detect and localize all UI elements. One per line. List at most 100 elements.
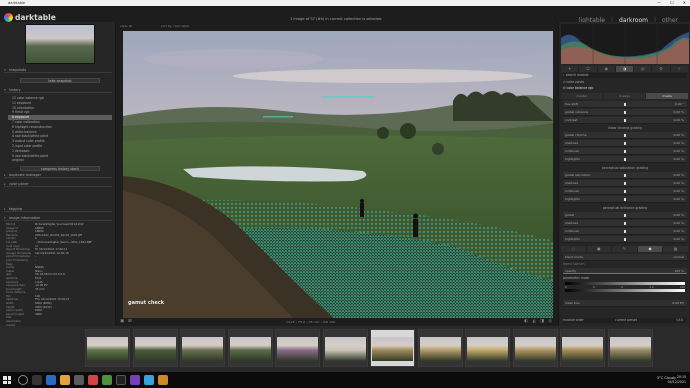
color-modules-tab[interactable]: ◍ (634, 66, 653, 72)
tab-masks[interactable]: masks (646, 93, 690, 99)
bri-sliders-slider[interactable]: midtones 0.00 % (563, 228, 687, 235)
history-header[interactable]: ▾ history (4, 87, 112, 93)
info-value: 20211202_Olc001_Dsc01_1624.JPF (35, 233, 83, 237)
module-search-field[interactable]: ⌕ search module (563, 73, 687, 78)
opacity-fill (563, 273, 687, 274)
take-snapshot-button[interactable]: take snapshot (20, 78, 100, 83)
blend-raster-tab[interactable]: ▦ (663, 246, 689, 252)
main-photo[interactable]: gamut check (123, 31, 553, 318)
filmstrip-thumbnail[interactable] (512, 329, 558, 367)
active-modules-tab[interactable]: ⏻ (579, 66, 598, 72)
color-zones-module-header[interactable]: ⏻ color zones (563, 80, 687, 85)
thumbnail-image (562, 337, 603, 361)
linear-sliders-slider[interactable]: highlights 0.00 % (563, 156, 687, 163)
filmstrip-thumbnail[interactable] (417, 329, 463, 367)
effect-modules-tab[interactable]: ✧ (671, 66, 689, 72)
contrast-slider[interactable]: contrast 0.00 % (563, 117, 687, 124)
sat-sliders-slider[interactable]: global saturation 0.00 % (563, 172, 687, 179)
search-icon[interactable] (18, 375, 28, 385)
windows-start-icon[interactable] (3, 376, 11, 384)
linear-sliders-slider[interactable]: shadows 0.00 % (563, 140, 687, 147)
filmstrip-thumbnail[interactable] (560, 329, 605, 367)
compress-history-button[interactable]: compress history stack (20, 166, 100, 171)
correct-modules-tab[interactable]: ⚙ (652, 66, 671, 72)
style-icon[interactable]: ▣ (120, 319, 124, 324)
opacity-slider[interactable]: opacity 100 % (563, 268, 687, 275)
window-title: darktable (8, 1, 26, 5)
filmstrip-thumbnail[interactable] (607, 329, 653, 367)
image-information-header[interactable]: ▾ image information (4, 215, 112, 221)
blend-mode-dropdown[interactable]: blend mode normal (563, 254, 687, 261)
blend-fulcrum-label: blend fulcrum (563, 262, 585, 266)
thumbnail-image (87, 337, 128, 361)
info-value: 4000 (35, 312, 42, 316)
gamut-check-icon[interactable]: ◭ (533, 319, 536, 324)
linear-sliders-slider[interactable]: global chroma 0.00 % (563, 132, 687, 139)
darktable-taskbar-icon[interactable] (116, 375, 126, 385)
blend-uniform-tab[interactable]: ● (587, 246, 613, 252)
module-order-bar[interactable]: module order current preset v3.0 (563, 318, 687, 323)
grid-icon[interactable]: ⊞ (128, 319, 132, 324)
sat-sliders-slider[interactable]: shadows 0.00 % (563, 180, 687, 187)
image-exif-summary: 1/125 • f/5.6 • 35 mm • ISO 100 (286, 320, 335, 324)
sat-sliders-slider[interactable]: highlights 0.00 % (563, 196, 687, 203)
gamut-check-label: gamut check (128, 300, 165, 306)
color-balance-module-header[interactable]: ⏻ color balance rgb (563, 86, 687, 91)
app-icon[interactable] (144, 375, 154, 385)
mail-icon[interactable] (88, 375, 98, 385)
filmstrip-thumbnail[interactable] (85, 329, 130, 367)
module-group-tabs: ✦ ⏻ ◉ ◑ ◍ ⚙ ✧ (561, 66, 689, 72)
global-vibrance-slider[interactable]: global vibrance 0.00 % (563, 109, 687, 116)
overexposed-icon[interactable]: ◨ (540, 319, 544, 324)
mask-blur-slider[interactable]: mask blur 0.00 EV (563, 300, 687, 307)
hue-shift-slider[interactable]: hue shift 0.00 ° (563, 101, 687, 108)
tab-4-ways[interactable]: 4 ways (604, 93, 647, 99)
clock[interactable]: 20:15 04/12/2021 (668, 375, 686, 385)
quick-access-tab[interactable]: ✦ (561, 66, 580, 72)
darktable-logo-icon (4, 13, 13, 22)
softproof-icon[interactable]: ◐ (524, 319, 528, 324)
tab-master[interactable]: master (561, 93, 604, 99)
navigation-preview[interactable] (25, 24, 95, 64)
edge-icon[interactable] (46, 375, 56, 385)
blend-off-tab[interactable]: ○ (561, 246, 587, 252)
center-bottom-bar: ▣ ⊞ 1/125 • f/5.6 • 35 mm • ISO 100 ◐ ◭ … (116, 318, 558, 326)
bri-sliders-slider[interactable]: global 0.00 % (563, 212, 687, 219)
histogram[interactable] (561, 24, 689, 64)
app-icon[interactable] (158, 375, 168, 385)
blend-drawn-tab[interactable]: ✎ (612, 246, 638, 252)
store-icon[interactable] (74, 375, 84, 385)
filmstrip-thumbnail[interactable] (227, 329, 273, 367)
filmstrip-thumbnail[interactable] (275, 329, 320, 367)
filmstrip-thumbnail[interactable] (370, 329, 415, 367)
task-view-icon[interactable] (32, 375, 42, 385)
filmstrip-thumbnail[interactable] (132, 329, 178, 367)
bri-sliders-slider[interactable]: highlights 0.00 % (563, 236, 687, 243)
tone-modules-tab[interactable]: ◑ (615, 66, 635, 72)
app-icon[interactable] (102, 375, 112, 385)
duplicate-manager-header[interactable]: ▸ duplicate manager (4, 172, 112, 178)
snapshots-header[interactable]: ▾ snapshots (4, 67, 112, 73)
tagging-header[interactable]: ▸ tagging (4, 206, 112, 212)
bri-sliders-slider[interactable]: shadows 0.00 % (563, 220, 687, 227)
blend-parametric-tab[interactable]: ◆ (637, 246, 664, 252)
filmstrip-thumbnail[interactable] (465, 329, 510, 367)
color-picker-header[interactable]: ▸ color picker (4, 181, 112, 187)
file-explorer-icon[interactable] (60, 375, 70, 385)
sort-order[interactable]: sort by: color label (161, 24, 189, 28)
slider-marker (624, 119, 626, 122)
filmstrip-thumbnail[interactable] (180, 329, 225, 367)
focus-peaking-icon[interactable]: ◎ (548, 319, 552, 324)
history-list: 12 color balance rgb 11 exposure 10 orient… (8, 96, 112, 163)
filmstrip-thumbnail[interactable] (322, 329, 368, 367)
history-item[interactable]: original (8, 158, 112, 163)
linear-sliders-slider[interactable]: midtones 0.00 % (563, 148, 687, 155)
thumbnail-image (134, 337, 176, 361)
sat-sliders-slider[interactable]: midtones 0.00 % (563, 188, 687, 195)
slider-marker (624, 222, 626, 225)
image-canvas[interactable]: gamut check (116, 31, 558, 318)
thumbnail-image (229, 337, 271, 361)
app-icon[interactable] (130, 375, 140, 385)
base-modules-tab[interactable]: ◉ (598, 66, 616, 72)
view-filter[interactable]: view: all (120, 24, 132, 28)
